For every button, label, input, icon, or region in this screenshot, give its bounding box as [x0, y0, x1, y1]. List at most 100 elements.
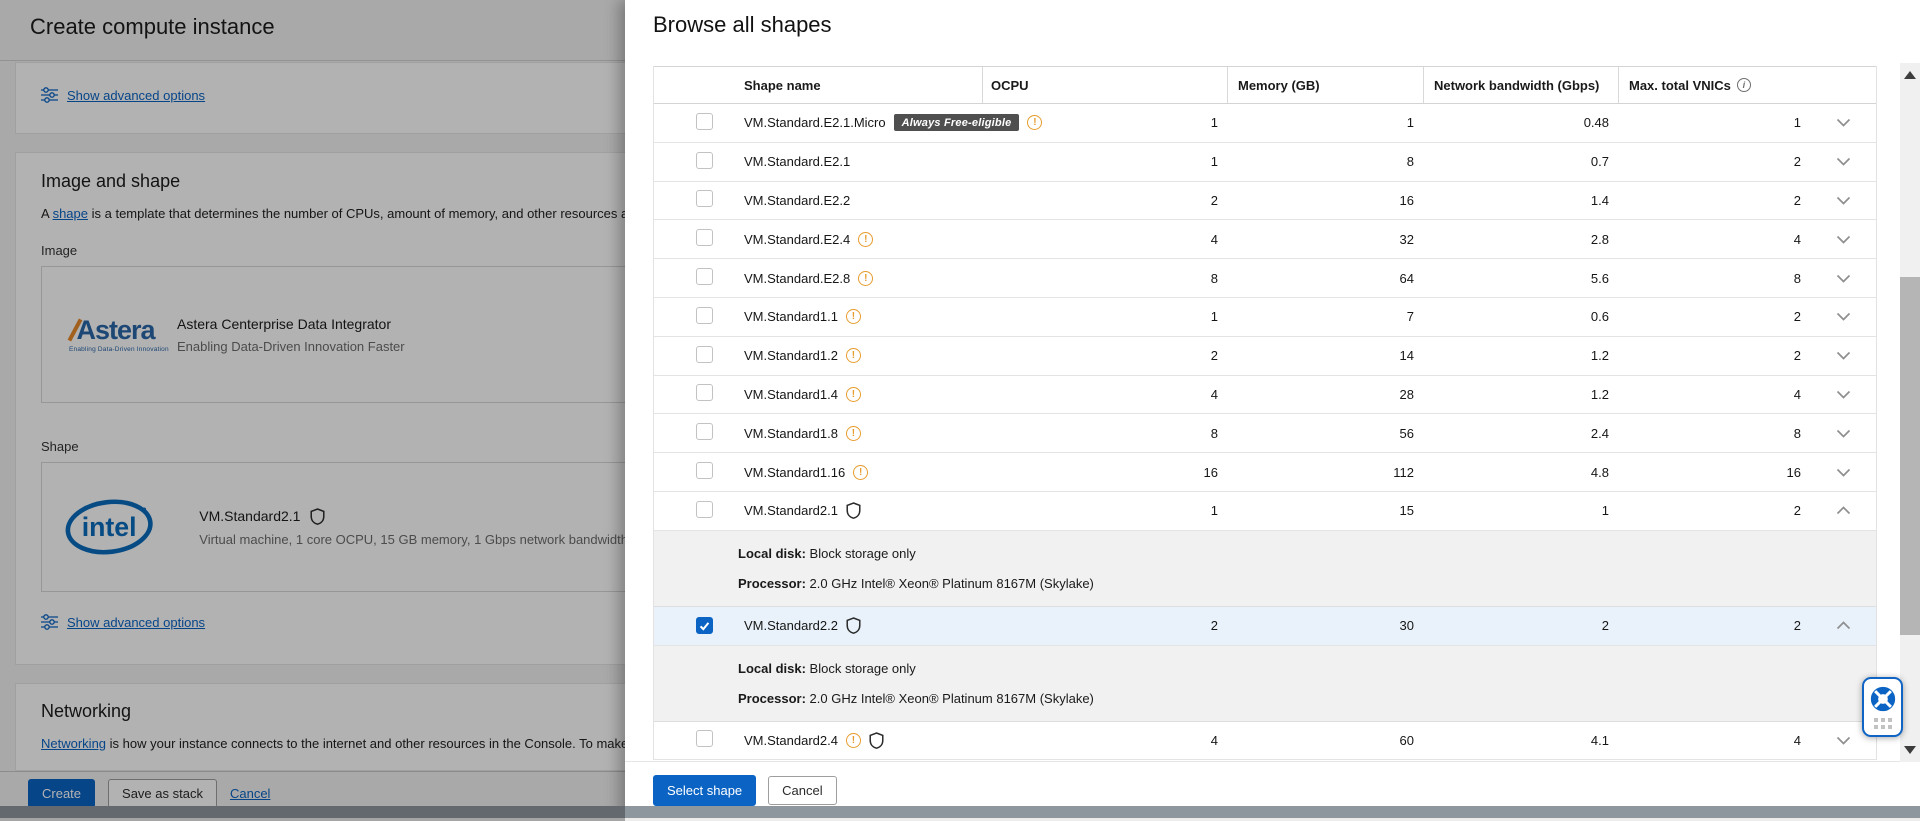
shape-checkbox[interactable] [696, 730, 713, 747]
panel-cancel-button[interactable]: Cancel [768, 776, 836, 805]
checkbox-cell [654, 268, 731, 288]
shape-checkbox[interactable] [696, 113, 713, 130]
chevron-down-icon[interactable] [1836, 309, 1851, 324]
chevron-cell [1811, 503, 1876, 518]
shape-checkbox[interactable] [696, 384, 713, 401]
ocpu-value: 1 [983, 309, 1228, 324]
memory-value: 8 [1228, 154, 1424, 169]
chevron-down-icon[interactable] [1836, 193, 1851, 208]
processor-detail: Processor: 2.0 GHz Intel® Xeon® Platinum… [738, 576, 1876, 591]
bandwidth-value: 4.8 [1424, 465, 1619, 480]
shape-row[interactable]: VM.Standard2.111512 [654, 492, 1876, 531]
checkbox-cell [654, 730, 731, 750]
info-icon[interactable]: i [1737, 78, 1751, 92]
ocpu-value: 2 [983, 193, 1228, 208]
panel-title: Browse all shapes [653, 12, 832, 38]
vnics-value: 4 [1619, 232, 1811, 247]
shape-name: VM.Standard.E2.8 [744, 271, 850, 286]
chevron-down-icon[interactable] [1836, 271, 1851, 286]
vnics-value: 4 [1619, 387, 1811, 402]
vnics-value: 2 [1619, 503, 1811, 518]
shape-name-cell: VM.Standard1.1! [731, 309, 983, 324]
modal-dim-overlay [0, 0, 625, 821]
scrollbar-thumb[interactable] [1900, 277, 1920, 635]
chevron-up-icon[interactable] [1836, 503, 1851, 518]
shield-icon [869, 732, 884, 749]
bandwidth-value: 2.8 [1424, 232, 1619, 247]
chevron-down-icon[interactable] [1836, 426, 1851, 441]
shape-name: VM.Standard.E2.1.Micro [744, 115, 886, 130]
vnics-value: 2 [1619, 309, 1811, 324]
chevron-down-icon[interactable] [1836, 387, 1851, 402]
vnics-value: 8 [1619, 426, 1811, 441]
memory-value: 7 [1228, 309, 1424, 324]
bandwidth-value: 1.4 [1424, 193, 1619, 208]
shape-checkbox[interactable] [696, 268, 713, 285]
shape-name-cell: VM.Standard2.1 [731, 502, 983, 519]
checkbox-cell [654, 617, 731, 634]
vnics-value: 2 [1619, 618, 1811, 633]
shape-checkbox[interactable] [696, 152, 713, 169]
shape-row[interactable]: VM.Standard2.223022 [654, 607, 1876, 646]
memory-value: 60 [1228, 733, 1424, 748]
shape-row[interactable]: VM.Standard1.16!161124.816 [654, 453, 1876, 492]
shape-name-cell: VM.Standard1.2! [731, 348, 983, 363]
shape-name-cell: VM.Standard1.8! [731, 426, 983, 441]
bandwidth-value: 1.2 [1424, 348, 1619, 363]
ocpu-value: 2 [983, 618, 1228, 633]
shape-row[interactable]: VM.Standard1.1!170.62 [654, 298, 1876, 337]
chevron-down-icon[interactable] [1836, 154, 1851, 169]
chevron-down-icon[interactable] [1836, 465, 1851, 480]
shape-row[interactable]: VM.Standard.E2.8!8645.68 [654, 259, 1876, 298]
scroll-down-arrow-icon[interactable] [1904, 746, 1916, 754]
panel-scrollbar[interactable] [1900, 63, 1920, 762]
warning-icon: ! [858, 232, 873, 247]
checkbox-cell [654, 307, 731, 327]
col-memory: Memory (GB) [1228, 67, 1424, 103]
memory-value: 112 [1228, 465, 1424, 480]
shape-row[interactable]: VM.Standard1.4!4281.24 [654, 376, 1876, 415]
col-ocpu: OCPU [983, 67, 1228, 103]
chevron-down-icon[interactable] [1836, 115, 1851, 130]
shape-row[interactable]: VM.Standard.E2.22161.42 [654, 182, 1876, 221]
shape-row[interactable]: VM.Standard.E2.1.MicroAlways Free-eligib… [654, 104, 1876, 143]
memory-value: 64 [1228, 271, 1424, 286]
checkbox-cell [654, 501, 731, 521]
memory-value: 56 [1228, 426, 1424, 441]
create-instance-page: Create compute instance Show advanced op… [0, 0, 625, 821]
shape-name: VM.Standard.E2.1 [744, 154, 850, 169]
help-widget[interactable] [1862, 677, 1903, 737]
shape-checkbox[interactable] [696, 423, 713, 440]
shape-checkbox[interactable] [696, 229, 713, 246]
bandwidth-value: 2 [1424, 618, 1619, 633]
shapes-table-body: VM.Standard.E2.1.MicroAlways Free-eligib… [654, 104, 1876, 760]
shape-row[interactable]: VM.Standard2.4!4604.14 [654, 722, 1876, 761]
scroll-up-arrow-icon[interactable] [1904, 71, 1916, 79]
shape-name: VM.Standard.E2.2 [744, 193, 850, 208]
shape-row[interactable]: VM.Standard1.2!2141.22 [654, 337, 1876, 376]
shape-checkbox[interactable] [696, 346, 713, 363]
shape-name: VM.Standard1.8 [744, 426, 838, 441]
chevron-down-icon[interactable] [1836, 733, 1851, 748]
shape-checkbox[interactable] [696, 307, 713, 324]
chevron-up-icon[interactable] [1836, 618, 1851, 633]
shape-checkbox[interactable] [696, 462, 713, 479]
shape-checkbox[interactable] [696, 501, 713, 518]
chevron-down-icon[interactable] [1836, 232, 1851, 247]
chevron-down-icon[interactable] [1836, 348, 1851, 363]
select-shape-button[interactable]: Select shape [653, 775, 756, 806]
shape-checkbox[interactable] [696, 190, 713, 207]
shape-checkbox[interactable] [696, 617, 713, 634]
shape-row[interactable]: VM.Standard.E2.1180.72 [654, 143, 1876, 182]
ocpu-value: 1 [983, 115, 1228, 130]
shape-row[interactable]: VM.Standard.E2.4!4322.84 [654, 220, 1876, 259]
shape-row[interactable]: VM.Standard1.8!8562.48 [654, 414, 1876, 453]
life-ring-icon [1869, 685, 1897, 713]
drag-handle-icon[interactable] [1874, 718, 1892, 729]
shape-name: VM.Standard1.2 [744, 348, 838, 363]
ocpu-value: 1 [983, 503, 1228, 518]
bandwidth-value: 2.4 [1424, 426, 1619, 441]
local-disk-detail: Local disk: Block storage only [738, 546, 1876, 561]
vnics-value: 2 [1619, 348, 1811, 363]
shape-name-cell: VM.Standard1.4! [731, 387, 983, 402]
